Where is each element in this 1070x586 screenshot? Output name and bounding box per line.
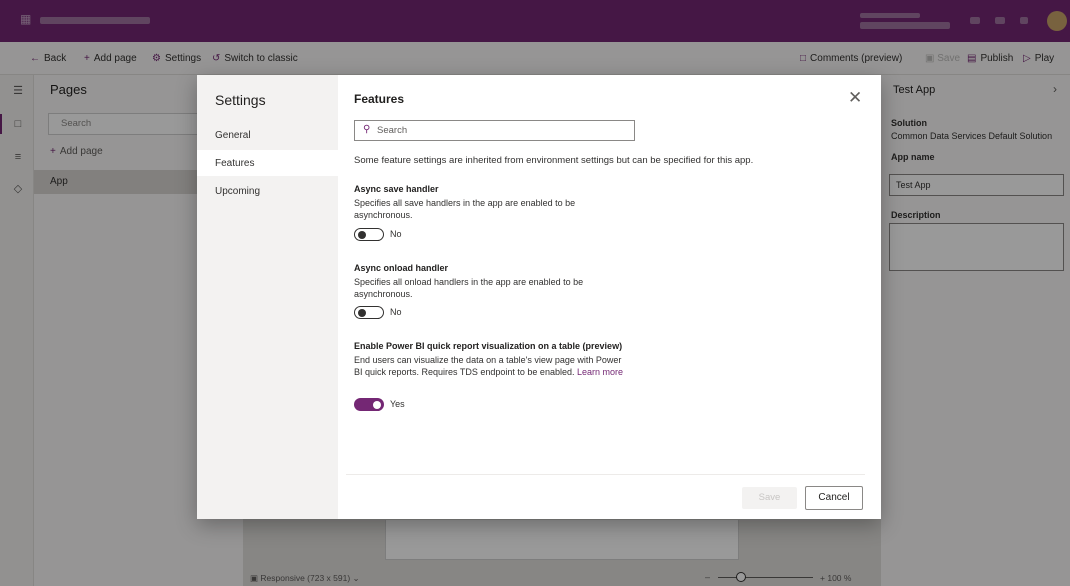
close-icon[interactable]: ✕	[848, 88, 862, 108]
dialog-footer-divider	[346, 474, 865, 475]
toggle-knob	[358, 309, 366, 317]
features-search-placeholder: Search	[377, 125, 408, 136]
toggle-knob	[358, 231, 366, 239]
settings-nav	[197, 75, 338, 519]
feature-title: Async save handler	[354, 184, 439, 194]
toggle-label: No	[390, 307, 402, 317]
features-search-input[interactable]: ⚲ Search	[354, 120, 635, 141]
nav-item-features[interactable]: Features	[215, 158, 254, 169]
cancel-button[interactable]: Cancel	[805, 486, 863, 510]
toggle-knob	[373, 401, 381, 409]
feature-description: End users can visualize the data on a ta…	[354, 354, 624, 378]
nav-item-upcoming[interactable]: Upcoming	[215, 186, 260, 197]
power-bi-quick-report-toggle[interactable]	[354, 398, 384, 411]
dialog-title: Features	[354, 92, 405, 106]
feature-description: Specifies all onload handlers in the app…	[354, 277, 584, 299]
feature-description: Specifies all save handlers in the app a…	[354, 198, 576, 220]
feature-title: Async onload handler	[354, 263, 449, 273]
async-save-toggle[interactable]	[354, 228, 384, 241]
learn-more-link[interactable]: Learn more	[577, 367, 623, 377]
save-button[interactable]: Save	[742, 487, 797, 509]
settings-title: Settings	[215, 92, 266, 108]
toggle-label: No	[390, 229, 402, 239]
async-onload-toggle[interactable]	[354, 306, 384, 319]
search-icon: ⚲	[363, 124, 371, 135]
nav-item-general[interactable]: General	[215, 130, 251, 141]
toggle-label: Yes	[390, 399, 405, 409]
feature-title: Enable Power BI quick report visualizati…	[354, 341, 623, 351]
features-info-text: Some feature settings are inherited from…	[354, 155, 754, 166]
